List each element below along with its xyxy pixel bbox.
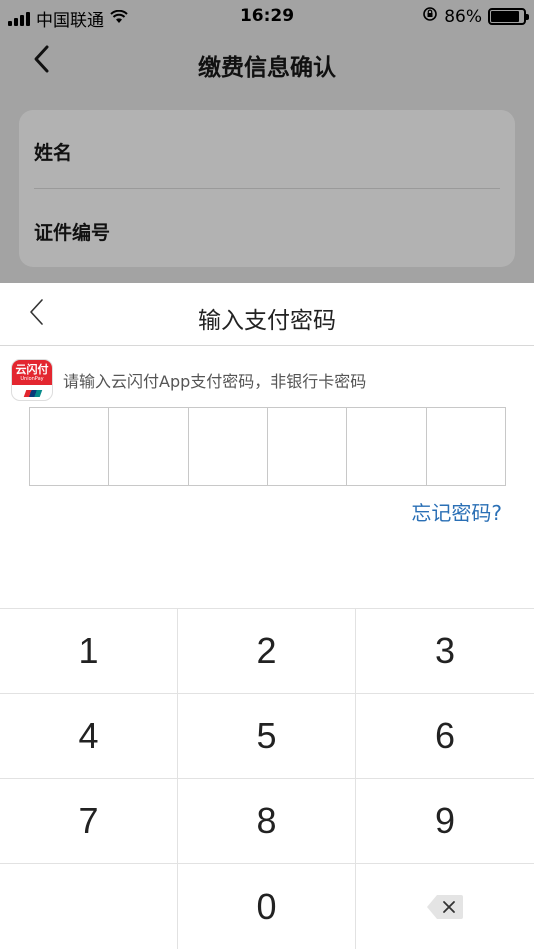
key-8[interactable]: 8 bbox=[178, 779, 356, 863]
battery-icon bbox=[488, 8, 529, 25]
keypad-row: 0 bbox=[0, 864, 534, 949]
forgot-password-link[interactable]: 忘记密码? bbox=[411, 497, 502, 526]
status-right: 86% bbox=[422, 6, 529, 27]
card-icon bbox=[23, 390, 43, 397]
keypad-row: 1 2 3 bbox=[0, 609, 534, 694]
battery-percent: 86% bbox=[444, 6, 482, 27]
logo-text: 云闪付 bbox=[15, 363, 49, 376]
divider bbox=[34, 188, 500, 189]
key-1[interactable]: 1 bbox=[0, 609, 178, 693]
rotation-lock-icon bbox=[422, 6, 438, 27]
pin-cell bbox=[189, 408, 268, 485]
keypad-row: 4 5 6 bbox=[0, 694, 534, 779]
pin-cell bbox=[347, 408, 427, 485]
status-bar: 中国联通 16:29 86% bbox=[0, 0, 534, 34]
page-title: 缴费信息确认 bbox=[198, 55, 336, 81]
key-0[interactable]: 0 bbox=[178, 864, 356, 949]
hint-row: 云闪付 UnionPay 请输入云闪付App支付密码，非银行卡密码 bbox=[11, 359, 366, 401]
pin-cell bbox=[109, 408, 189, 485]
key-4[interactable]: 4 bbox=[0, 694, 178, 778]
key-2[interactable]: 2 bbox=[178, 609, 356, 693]
payment-password-sheet: 输入支付密码 云闪付 UnionPay 请输入云闪付App支付密码，非银行卡密码… bbox=[0, 283, 534, 949]
logo-subtext: UnionPay bbox=[20, 376, 44, 382]
name-label: 姓名 bbox=[34, 142, 73, 164]
pin-cell bbox=[30, 408, 110, 485]
key-9[interactable]: 9 bbox=[356, 779, 534, 863]
nav-bar: 缴费信息确认 bbox=[0, 34, 534, 90]
payer-info-card: 姓名 证件编号 bbox=[19, 110, 515, 267]
pin-cell bbox=[268, 408, 348, 485]
key-empty bbox=[0, 864, 178, 949]
delete-key[interactable] bbox=[356, 864, 534, 949]
pin-input[interactable] bbox=[29, 407, 506, 486]
key-3[interactable]: 3 bbox=[356, 609, 534, 693]
key-6[interactable]: 6 bbox=[356, 694, 534, 778]
numeric-keypad: 1 2 3 4 5 6 7 8 9 0 bbox=[0, 608, 534, 949]
key-5[interactable]: 5 bbox=[178, 694, 356, 778]
id-number-label: 证件编号 bbox=[34, 222, 111, 244]
sheet-title: 输入支付密码 bbox=[198, 308, 336, 334]
unionpay-app-logo: 云闪付 UnionPay bbox=[11, 359, 53, 401]
pin-cell bbox=[427, 408, 505, 485]
keypad-row: 7 8 9 bbox=[0, 779, 534, 864]
key-7[interactable]: 7 bbox=[0, 779, 178, 863]
password-hint: 请输入云闪付App支付密码，非银行卡密码 bbox=[63, 372, 367, 391]
sheet-header: 输入支付密码 bbox=[0, 283, 534, 346]
delete-icon bbox=[427, 894, 463, 920]
